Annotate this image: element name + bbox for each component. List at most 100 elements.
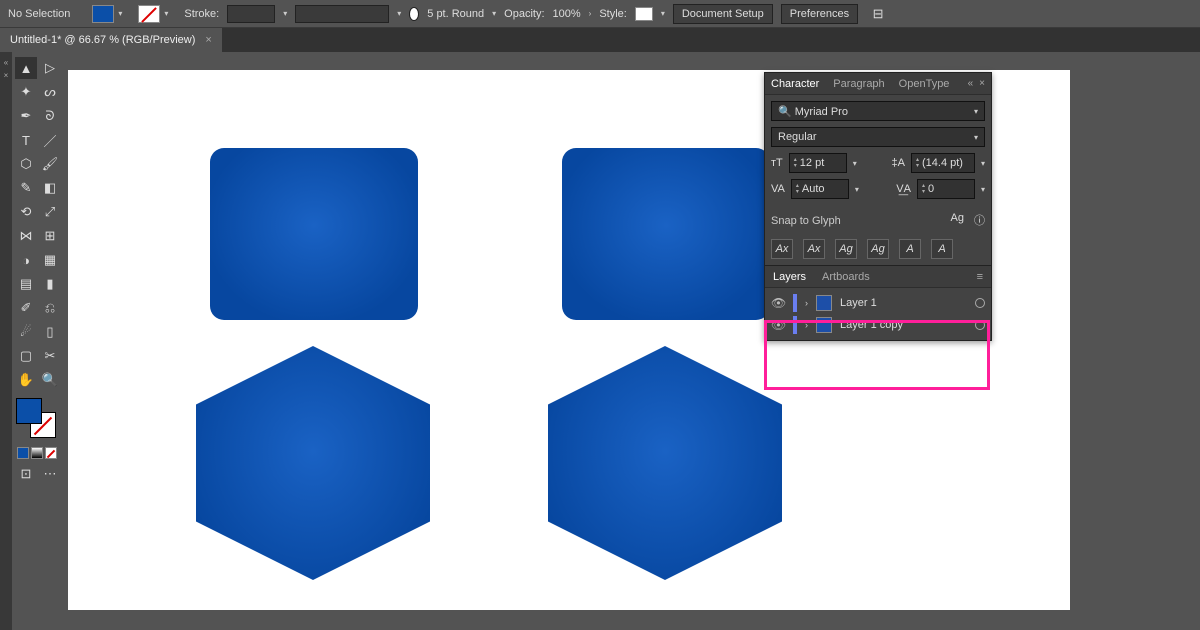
stroke-weight-field[interactable] bbox=[227, 5, 275, 23]
glyph-anchor-icon[interactable]: A bbox=[931, 239, 953, 259]
glyph-angular-icon[interactable]: A bbox=[899, 239, 921, 259]
close-icon[interactable]: × bbox=[979, 78, 985, 89]
layer-name[interactable]: Layer 1 bbox=[840, 297, 967, 309]
fill-color-front[interactable] bbox=[16, 398, 42, 424]
visibility-toggle-icon[interactable]: 👁 bbox=[771, 296, 785, 310]
graph-tool[interactable]: ▯ bbox=[39, 321, 61, 343]
layer-name[interactable]: Layer 1 copy bbox=[840, 319, 967, 331]
chevron-down-icon[interactable]: ▾ bbox=[283, 9, 287, 18]
info-icon[interactable]: ⓘ bbox=[974, 212, 985, 228]
chevron-down-icon[interactable]: ▾ bbox=[853, 159, 857, 168]
close-tab-icon[interactable]: × bbox=[205, 34, 211, 46]
line-tool[interactable]: ／ bbox=[39, 129, 61, 151]
rectangle-tool[interactable]: ⬡ bbox=[15, 153, 37, 175]
glyph-proximity-icon[interactable]: Ag bbox=[867, 239, 889, 259]
leading-field[interactable]: ▴▾ (14.4 pt) bbox=[911, 153, 975, 173]
eraser-tool[interactable]: ◧ bbox=[39, 177, 61, 199]
collapse-icon[interactable]: « bbox=[968, 78, 974, 89]
layer-row[interactable]: 👁 › Layer 1 copy bbox=[765, 314, 991, 336]
preferences-button[interactable]: Preferences bbox=[781, 4, 858, 24]
rotate-tool[interactable]: ⟲ bbox=[15, 201, 37, 223]
mesh-tool[interactable]: ▤ bbox=[15, 273, 37, 295]
gradient-tool[interactable]: ▮ bbox=[39, 273, 61, 295]
opacity-value[interactable]: 100% bbox=[553, 8, 581, 20]
stepper-icon[interactable]: ▴▾ bbox=[794, 157, 797, 169]
profile-field[interactable] bbox=[295, 5, 389, 23]
lasso-tool[interactable]: ᔕ bbox=[39, 81, 61, 103]
stepper-icon[interactable]: ▴▾ bbox=[796, 183, 799, 195]
hand-tool[interactable]: ✋ bbox=[15, 369, 37, 391]
font-size-field[interactable]: ▴▾ 12 pt bbox=[789, 153, 847, 173]
gradient-mode-icon[interactable] bbox=[31, 447, 43, 459]
chevron-down-icon[interactable]: ▾ bbox=[397, 9, 401, 18]
glyph-baseline-icon[interactable]: Ax bbox=[771, 239, 793, 259]
layer-row[interactable]: 👁 › Layer 1 bbox=[765, 292, 991, 314]
screen-mode-icon[interactable]: ⊡ bbox=[15, 463, 37, 485]
chevron-down-icon[interactable]: ▾ bbox=[981, 159, 985, 168]
layers-panel: Layers Artboards ≡ 👁 › Layer 1 👁 › Layer… bbox=[765, 265, 991, 340]
expand-icon[interactable]: › bbox=[805, 320, 808, 330]
scale-tool[interactable]: ⤢ bbox=[39, 201, 61, 223]
font-style-dropdown[interactable]: Regular ▾ bbox=[771, 127, 985, 147]
visibility-toggle-icon[interactable]: 👁 bbox=[771, 318, 785, 332]
tracking-field[interactable]: ▴▾ 0 bbox=[917, 179, 975, 199]
tab-paragraph[interactable]: Paragraph bbox=[833, 78, 884, 90]
rounded-rectangle-shape[interactable] bbox=[210, 148, 418, 320]
document-setup-button[interactable]: Document Setup bbox=[673, 4, 773, 24]
pen-tool[interactable]: ✒ bbox=[15, 105, 37, 127]
snap-settings-icon[interactable]: Ag bbox=[951, 212, 964, 228]
hexagon-shape[interactable] bbox=[196, 346, 430, 580]
type-tool[interactable]: T bbox=[15, 129, 37, 151]
chevron-down-icon[interactable]: ▾ bbox=[492, 9, 496, 18]
width-tool[interactable]: ⋈ bbox=[15, 225, 37, 247]
chevron-down-icon[interactable]: ▾ bbox=[855, 185, 859, 194]
perspective-tool[interactable]: ▦ bbox=[39, 249, 61, 271]
chevron-down-icon[interactable]: ▾ bbox=[661, 9, 665, 18]
fill-stroke-indicator[interactable] bbox=[16, 398, 60, 438]
hexagon-shape[interactable] bbox=[548, 346, 782, 580]
tab-artboards[interactable]: Artboards bbox=[822, 271, 870, 283]
symbol-sprayer-tool[interactable]: ☄ bbox=[15, 321, 37, 343]
curvature-tool[interactable]: ᘐ bbox=[39, 105, 61, 127]
tab-opentype[interactable]: OpenType bbox=[899, 78, 950, 90]
zoom-tool[interactable]: 🔍 bbox=[39, 369, 61, 391]
style-swatch[interactable] bbox=[635, 7, 653, 21]
tab-character[interactable]: Character bbox=[771, 78, 819, 90]
direct-selection-tool[interactable]: ▷ bbox=[39, 57, 61, 79]
layer-target-icon[interactable] bbox=[975, 320, 985, 330]
stepper-icon[interactable]: ▴▾ bbox=[922, 183, 925, 195]
blend-tool[interactable]: ⎌ bbox=[39, 297, 61, 319]
kerning-field[interactable]: ▴▾ Auto bbox=[791, 179, 849, 199]
stepper-icon[interactable]: ▴▾ bbox=[916, 157, 919, 169]
glyph-xheight-icon[interactable]: Ax bbox=[803, 239, 825, 259]
expand-icon[interactable]: › bbox=[805, 298, 808, 308]
paintbrush-tool[interactable]: 🖌 bbox=[39, 153, 61, 175]
glyph-bounds-icon[interactable]: Ag bbox=[835, 239, 857, 259]
free-transform-tool[interactable]: ⊞ bbox=[39, 225, 61, 247]
fill-swatch[interactable]: ▾ bbox=[92, 5, 114, 23]
magic-wand-tool[interactable]: ✦ bbox=[15, 81, 37, 103]
selection-tool[interactable]: ▲ bbox=[15, 57, 37, 79]
shape-builder-tool[interactable]: ◑ bbox=[15, 249, 37, 271]
edit-toolbar-icon[interactable]: ⋯ bbox=[39, 463, 61, 485]
chevron-down-icon[interactable]: ▾ bbox=[981, 185, 985, 194]
stroke-swatch[interactable]: ▾ bbox=[138, 5, 160, 23]
rounded-rectangle-shape[interactable] bbox=[562, 148, 770, 320]
artboard-tool[interactable]: ▢ bbox=[15, 345, 37, 367]
slice-tool[interactable]: ✂ bbox=[39, 345, 61, 367]
align-icon[interactable]: ⊟ bbox=[867, 3, 889, 25]
collapse-icon[interactable]: « bbox=[4, 58, 8, 67]
shaper-tool[interactable]: ✎ bbox=[15, 177, 37, 199]
eyedropper-tool[interactable]: ✐ bbox=[15, 297, 37, 319]
font-family-dropdown[interactable]: 🔍 Myriad Pro ▾ bbox=[771, 101, 985, 121]
color-mode-icon[interactable] bbox=[17, 447, 29, 459]
panel-collapse-strip[interactable]: « × bbox=[0, 52, 12, 630]
document-tab[interactable]: Untitled-1* @ 66.67 % (RGB/Preview) × bbox=[0, 28, 222, 52]
close-icon[interactable]: × bbox=[4, 71, 9, 80]
tab-layers[interactable]: Layers bbox=[773, 271, 806, 283]
layer-target-icon[interactable] bbox=[975, 298, 985, 308]
panel-menu-icon[interactable]: ≡ bbox=[977, 271, 983, 283]
brush-label[interactable]: 5 pt. Round bbox=[427, 8, 484, 20]
none-mode-icon[interactable] bbox=[45, 447, 57, 459]
chevron-right-icon[interactable]: › bbox=[589, 9, 592, 18]
